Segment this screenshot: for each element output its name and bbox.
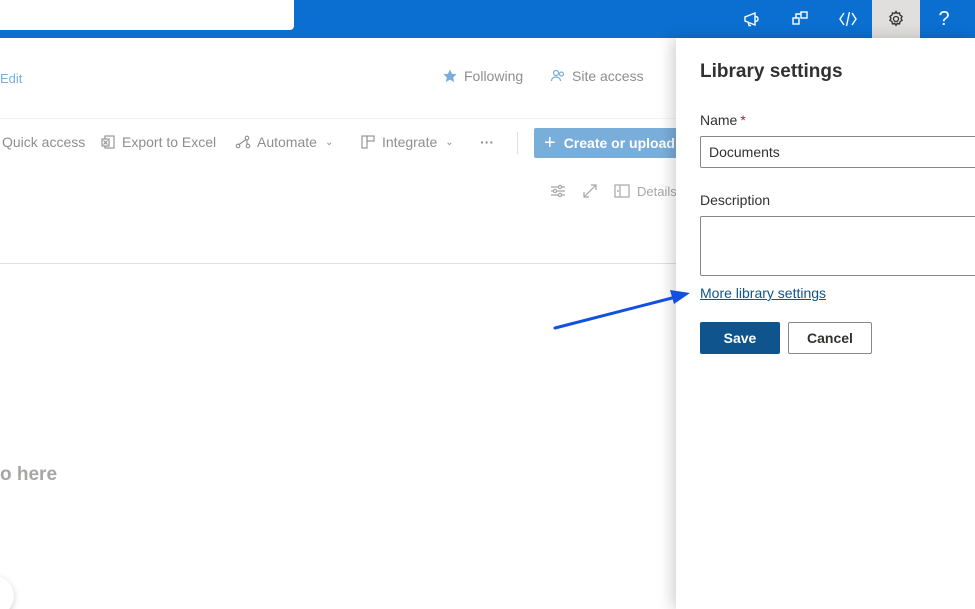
description-field[interactable]	[700, 216, 975, 276]
gear-icon[interactable]	[872, 0, 920, 38]
following-button[interactable]: Following	[442, 68, 523, 84]
plus-icon: +	[544, 132, 556, 154]
integrate-icon	[361, 135, 375, 149]
suite-bar: ?	[0, 0, 975, 38]
name-field[interactable]	[700, 136, 975, 168]
site-access-button[interactable]: Site access	[550, 68, 644, 84]
help-icon[interactable]: ?	[920, 0, 968, 38]
people-icon	[550, 69, 565, 82]
create-label: Create or upload	[563, 135, 675, 151]
cancel-button[interactable]: Cancel	[788, 322, 872, 354]
required-mark: *	[740, 112, 746, 128]
chevron-down-icon: ⌄	[445, 136, 454, 148]
integrate-label: Integrate	[382, 134, 438, 150]
details-pane-button[interactable]: Details	[613, 182, 677, 200]
details-label: Details	[637, 183, 677, 199]
site-access-label: Site access	[572, 68, 644, 84]
quick-access-button[interactable]: Quick access	[2, 134, 85, 150]
panel-title: Library settings	[700, 61, 843, 82]
name-field-label: Name *	[700, 112, 746, 128]
expand-icon[interactable]	[581, 182, 599, 200]
command-separator	[517, 132, 518, 154]
app-launcher-icon[interactable]	[776, 0, 824, 38]
flow-icon	[235, 135, 251, 149]
star-icon	[443, 69, 457, 82]
export-label: Export to Excel	[122, 134, 217, 150]
announcement-icon[interactable]	[728, 0, 776, 38]
details-icon	[614, 184, 630, 198]
list-header-divider	[0, 263, 676, 264]
excel-icon	[101, 135, 115, 149]
library-settings-panel: Library settings Name* Description More …	[676, 38, 975, 609]
header-divider	[0, 118, 676, 119]
integrate-button[interactable]: Integrate ⌄	[360, 134, 454, 150]
more-commands-button[interactable]: ···	[480, 134, 494, 150]
quick-access-label: Quick access	[2, 134, 86, 150]
more-label: ···	[480, 134, 494, 150]
search-box[interactable]	[0, 0, 294, 30]
following-label: Following	[464, 68, 524, 84]
floating-round-button[interactable]	[0, 576, 14, 609]
edit-link[interactable]: Edit	[0, 71, 22, 86]
name-label-text: Name	[700, 112, 738, 128]
automate-label: Automate	[257, 134, 317, 150]
filter-icon[interactable]	[549, 182, 567, 200]
export-to-excel-button[interactable]: Export to Excel	[100, 134, 216, 150]
automate-button[interactable]: Automate ⌄	[235, 134, 333, 150]
chevron-down-icon: ⌄	[324, 136, 334, 148]
empty-state-text: o here	[0, 464, 58, 485]
create-or-upload-button[interactable]: + Create or upload	[534, 128, 676, 158]
more-library-settings-link[interactable]: More library settings	[700, 285, 826, 301]
description-field-label: Description	[700, 192, 771, 208]
library-page-background: Edit Following Site access Quick access …	[0, 38, 677, 609]
code-icon[interactable]	[824, 0, 872, 38]
help-glyph: ?	[938, 7, 950, 30]
save-button[interactable]: Save	[700, 322, 780, 354]
